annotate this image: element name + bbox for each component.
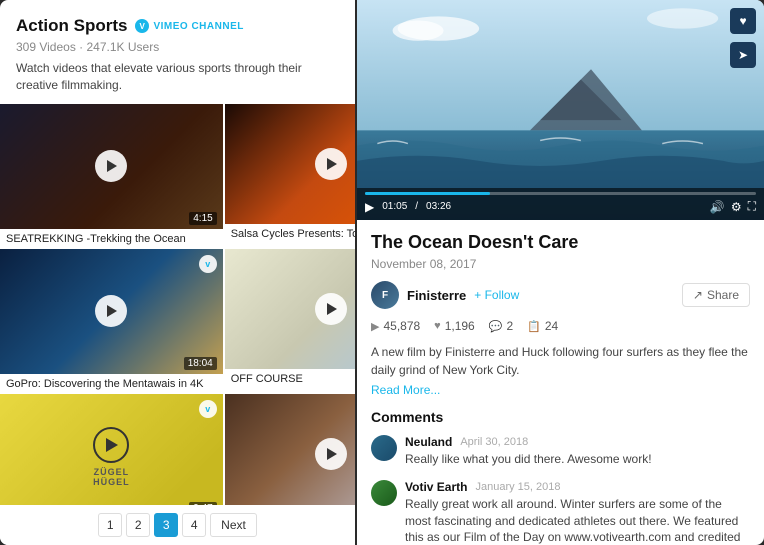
vimeo-icon: v [135, 19, 149, 33]
video-date: November 08, 2017 [371, 257, 750, 271]
video-thumbnail-3: v 18:04 [0, 249, 223, 374]
time-separator: / [415, 201, 418, 212]
comment-text-1: Really great work all around. Winter sur… [405, 496, 750, 545]
comment-author-1: Votiv Earth [405, 480, 467, 494]
player-controls: ▶ 01:05 / 03:26 🔊 ⚙ ⛶ [357, 188, 764, 220]
video-description: A new film by Finisterre and Huck follow… [371, 343, 750, 379]
progress-fill [365, 192, 490, 195]
volume-icon[interactable]: 🔊 [710, 200, 725, 214]
video-item-6[interactable]: Black Diamond Presents: Rhythm [225, 394, 355, 505]
time-current: 01:05 [382, 201, 407, 212]
player-background [357, 0, 764, 220]
pagination: 1234Next [0, 505, 355, 545]
vimeo-badge-5: v [199, 400, 217, 418]
notes-icon: 📋 [527, 320, 541, 333]
video-thumbnail-6 [225, 394, 355, 505]
notes-stat: 📋 24 [527, 319, 558, 333]
video-grid: 4:15 SEATREKKING -Trekking the OceanSalsa… [0, 104, 355, 505]
channel-title: Action Sports [16, 16, 127, 36]
plays-stat: ▶ 45,878 [371, 319, 420, 333]
comment-author-0: Neuland [405, 435, 452, 449]
video-thumbnail-4: 12 [225, 249, 355, 369]
play-button-3[interactable] [95, 295, 127, 327]
play-pause-button[interactable]: ▶ [365, 200, 374, 214]
comment-icon: 💬 [489, 320, 503, 333]
play-button-6[interactable] [315, 438, 347, 470]
page-button-1[interactable]: 1 [98, 513, 122, 537]
share-icon: ↗ [693, 288, 703, 302]
comments-list: Neuland April 30, 2018 Really like what yo… [371, 435, 750, 545]
follow-button[interactable]: + Follow [474, 288, 519, 302]
video-detail: The Ocean Doesn't Care November 08, 2017… [357, 220, 764, 545]
share-icon-button[interactable]: ➤ [730, 42, 756, 68]
comments-section: Comments Neuland April 30, 2018 Really lik… [371, 409, 750, 545]
likes-stat: ♥ 1,196 [434, 319, 475, 333]
read-more-link[interactable]: Read More... [371, 383, 750, 397]
video-item-2[interactable]: Salsa Cycles Presents: Touching The S... [225, 104, 355, 247]
time-total: 03:26 [426, 201, 451, 212]
top-controls: ♥ ➤ [730, 8, 756, 68]
right-panel: ♥ ➤ ▶ 01:05 / 03:26 🔊 ⚙ [357, 0, 764, 545]
channel-description: Watch videos that elevate various sports… [16, 60, 339, 94]
video-player[interactable]: ♥ ➤ ▶ 01:05 / 03:26 🔊 ⚙ [357, 0, 764, 220]
author-row: F Finisterre + Follow ↗ Share [371, 281, 750, 309]
settings-icon[interactable]: ⚙ [731, 200, 742, 214]
video-item-3[interactable]: v 18:04 GoPro: Discovering the Mentawais i… [0, 249, 223, 392]
video-thumbnail-5: ZÜGELHÜGEL v9:47 [0, 394, 223, 505]
heart-button[interactable]: ♥ [730, 8, 756, 34]
video-title: The Ocean Doesn't Care [371, 232, 750, 253]
comment-date-1: January 15, 2018 [475, 481, 560, 493]
left-panel: Action Sports v VIMEO CHANNEL 309 Videos… [0, 0, 355, 545]
fullscreen-icon[interactable]: ⛶ [748, 199, 756, 214]
comments-title: Comments [371, 409, 750, 425]
play-button-4[interactable] [315, 293, 347, 325]
channel-header: Action Sports v VIMEO CHANNEL 309 Videos… [0, 0, 355, 104]
video-label-4: OFF COURSE [225, 369, 355, 387]
comments-stat: 💬 2 [489, 319, 513, 333]
comment-date-0: April 30, 2018 [460, 436, 528, 448]
video-label-3: GoPro: Discovering the Mentawais in 4K [0, 374, 223, 392]
video-duration-3: 18:04 [184, 357, 217, 370]
page-button-4[interactable]: 4 [182, 513, 206, 537]
progress-bar[interactable] [365, 192, 756, 195]
video-thumbnail-2 [225, 104, 355, 224]
page-button-2[interactable]: 2 [126, 513, 150, 537]
vimeo-badge: v VIMEO CHANNEL [135, 19, 243, 33]
page-next-button[interactable]: Next [210, 513, 257, 537]
author-avatar: F [371, 281, 399, 309]
play-button-1[interactable] [95, 150, 127, 182]
video-label-1: SEATREKKING -Trekking the Ocean [0, 229, 223, 247]
video-item-4[interactable]: 12OFF COURSE [225, 249, 355, 392]
play-button-2[interactable] [315, 148, 347, 180]
video-item-5[interactable]: ZÜGELHÜGEL v9:47Zügel The Hügel // Full … [0, 394, 223, 505]
video-duration-5: 9:47 [189, 502, 216, 505]
comment-item-1: Votiv Earth January 15, 2018 Really great … [371, 480, 750, 545]
stats-row: ▶ 45,878 ♥ 1,196 💬 2 📋 24 [371, 319, 750, 333]
share-button[interactable]: ↗ Share [682, 283, 750, 307]
video-thumbnail-1: 4:15 [0, 104, 223, 229]
vimeo-badge-3: v [199, 255, 217, 273]
channel-meta: 309 Videos · 247.1K Users [16, 40, 339, 54]
video-item-1[interactable]: 4:15 SEATREKKING -Trekking the Ocean [0, 104, 223, 247]
video-duration-1: 4:15 [189, 212, 216, 225]
video-label-2: Salsa Cycles Presents: Touching The S... [225, 224, 355, 242]
comment-avatar-0 [371, 435, 397, 461]
comment-avatar-1 [371, 480, 397, 506]
play-icon: ▶ [371, 320, 379, 333]
author-name: Finisterre [407, 288, 466, 303]
comment-item-0: Neuland April 30, 2018 Really like what yo… [371, 435, 750, 468]
like-icon: ♥ [434, 320, 441, 332]
comment-text-0: Really like what you did there. Awesome … [405, 451, 652, 468]
page-button-3[interactable]: 3 [154, 513, 178, 537]
